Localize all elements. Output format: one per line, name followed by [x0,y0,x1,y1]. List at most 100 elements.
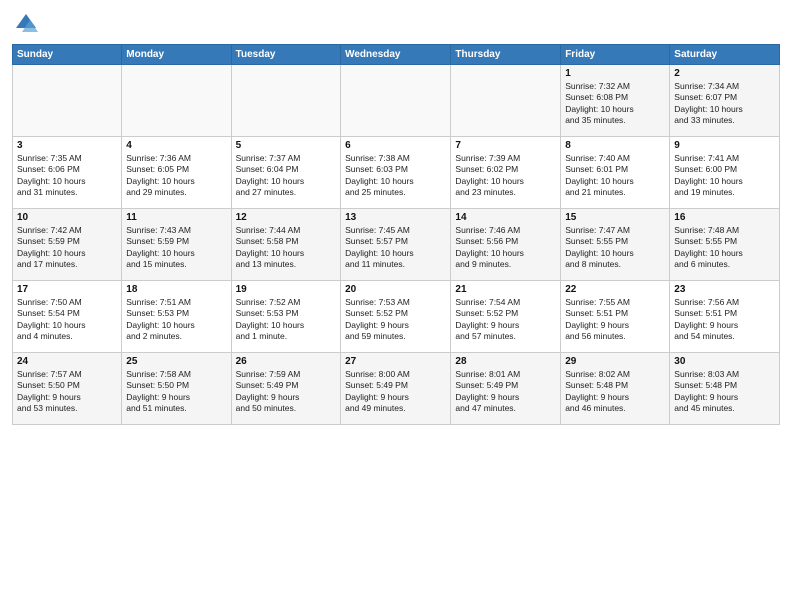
page: SundayMondayTuesdayWednesdayThursdayFrid… [0,0,792,612]
day-cell: 5Sunrise: 7:37 AMSunset: 6:04 PMDaylight… [231,137,340,209]
day-cell: 21 Sunrise: 7:54 AMSunset: 5:52 PMDayligh… [451,281,561,353]
day-info: Sunrise: 7:34 AMSunset: 6:07 PMDaylight:… [674,81,775,127]
day-info: Sunrise: 7:45 AMSunset: 5:57 PMDaylight:… [345,225,446,271]
day-cell: 9 Sunrise: 7:41 AMSunset: 6:00 PMDaylight… [670,137,780,209]
weekday-header-row: SundayMondayTuesdayWednesdayThursdayFrid… [13,45,780,65]
day-info: Sunrise: 7:51 AMSunset: 5:53 PMDaylight:… [126,297,226,343]
day-info: Sunrise: 7:57 AMSunset: 5:50 PMDaylight:… [17,369,117,415]
day-cell: 20Sunrise: 7:53 AMSunset: 5:52 PMDayligh… [341,281,451,353]
day-cell: 12 Sunrise: 7:44 AMSunset: 5:58 PMDayligh… [231,209,340,281]
day-number: 11 [126,212,226,223]
day-info: Sunrise: 7:37 AMSunset: 6:04 PMDaylight:… [236,153,336,199]
day-cell: 16Sunrise: 7:48 AMSunset: 5:55 PMDayligh… [670,209,780,281]
day-cell: 28 Sunrise: 8:01 AMSunset: 5:49 PMDayligh… [451,353,561,425]
week-row-5: 24 Sunrise: 7:57 AMSunset: 5:50 PMDayligh… [13,353,780,425]
day-info: Sunrise: 7:53 AMSunset: 5:52 PMDaylight:… [345,297,446,343]
day-number: 23 [674,284,775,295]
day-cell [341,65,451,137]
day-cell: 13 Sunrise: 7:45 AMSunset: 5:57 PMDayligh… [341,209,451,281]
day-info: Sunrise: 7:32 AMSunset: 6:08 PMDaylight:… [565,81,665,127]
day-cell: 15 Sunrise: 7:47 AMSunset: 5:55 PMDayligh… [561,209,670,281]
logo [12,10,44,38]
day-number: 19 [236,284,336,295]
day-info: Sunrise: 7:46 AMSunset: 5:56 PMDaylight:… [455,225,556,271]
day-number: 2 [674,68,775,79]
day-cell: 27 Sunrise: 8:00 AMSunset: 5:49 PMDayligh… [341,353,451,425]
day-info: Sunrise: 7:47 AMSunset: 5:55 PMDaylight:… [565,225,665,271]
day-info: Sunrise: 7:56 AMSunset: 5:51 PMDaylight:… [674,297,775,343]
day-cell: 7Sunrise: 7:39 AMSunset: 6:02 PMDaylight… [451,137,561,209]
day-info: Sunrise: 7:35 AMSunset: 6:06 PMDaylight:… [17,153,117,199]
day-cell: 2 Sunrise: 7:34 AMSunset: 6:07 PMDaylight… [670,65,780,137]
day-number: 22 [565,284,665,295]
day-number: 27 [345,356,446,367]
day-number: 16 [674,212,775,223]
week-row-2: 3 Sunrise: 7:35 AMSunset: 6:06 PMDaylight… [13,137,780,209]
day-cell: 1 Sunrise: 7:32 AMSunset: 6:08 PMDaylight… [561,65,670,137]
weekday-header-saturday: Saturday [670,45,780,65]
day-number: 28 [455,356,556,367]
day-number: 21 [455,284,556,295]
day-cell: 17 Sunrise: 7:50 AMSunset: 5:54 PMDayligh… [13,281,122,353]
header [12,10,780,38]
day-number: 9 [674,140,775,151]
day-info: Sunrise: 8:00 AMSunset: 5:49 PMDaylight:… [345,369,446,415]
day-number: 26 [236,356,336,367]
day-info: Sunrise: 7:41 AMSunset: 6:00 PMDaylight:… [674,153,775,199]
day-number: 8 [565,140,665,151]
day-info: Sunrise: 7:38 AMSunset: 6:03 PMDaylight:… [345,153,446,199]
weekday-header-friday: Friday [561,45,670,65]
day-cell [13,65,122,137]
day-cell: 3 Sunrise: 7:35 AMSunset: 6:06 PMDaylight… [13,137,122,209]
logo-icon [12,10,40,38]
day-cell: 22 Sunrise: 7:55 AMSunset: 5:51 PMDayligh… [561,281,670,353]
weekday-header-wednesday: Wednesday [341,45,451,65]
day-cell: 24 Sunrise: 7:57 AMSunset: 5:50 PMDayligh… [13,353,122,425]
day-number: 3 [17,140,117,151]
day-cell: 25Sunrise: 7:58 AMSunset: 5:50 PMDayligh… [122,353,231,425]
day-info: Sunrise: 7:54 AMSunset: 5:52 PMDaylight:… [455,297,556,343]
day-cell: 10Sunrise: 7:42 AMSunset: 5:59 PMDayligh… [13,209,122,281]
day-info: Sunrise: 8:01 AMSunset: 5:49 PMDaylight:… [455,369,556,415]
weekday-header-tuesday: Tuesday [231,45,340,65]
day-info: Sunrise: 7:55 AMSunset: 5:51 PMDaylight:… [565,297,665,343]
day-cell [451,65,561,137]
day-cell: 18 Sunrise: 7:51 AMSunset: 5:53 PMDayligh… [122,281,231,353]
day-number: 4 [126,140,226,151]
calendar: SundayMondayTuesdayWednesdayThursdayFrid… [12,44,780,425]
day-number: 17 [17,284,117,295]
day-info: Sunrise: 8:02 AMSunset: 5:48 PMDaylight:… [565,369,665,415]
day-number: 12 [236,212,336,223]
weekday-header-sunday: Sunday [13,45,122,65]
week-row-3: 10Sunrise: 7:42 AMSunset: 5:59 PMDayligh… [13,209,780,281]
week-row-1: 1 Sunrise: 7:32 AMSunset: 6:08 PMDaylight… [13,65,780,137]
day-info: Sunrise: 7:59 AMSunset: 5:49 PMDaylight:… [236,369,336,415]
day-number: 15 [565,212,665,223]
day-cell: 11Sunrise: 7:43 AMSunset: 5:59 PMDayligh… [122,209,231,281]
day-cell: 19Sunrise: 7:52 AMSunset: 5:53 PMDayligh… [231,281,340,353]
day-info: Sunrise: 7:42 AMSunset: 5:59 PMDaylight:… [17,225,117,271]
day-info: Sunrise: 7:36 AMSunset: 6:05 PMDaylight:… [126,153,226,199]
day-number: 13 [345,212,446,223]
day-number: 24 [17,356,117,367]
day-number: 14 [455,212,556,223]
day-cell: 4 Sunrise: 7:36 AMSunset: 6:05 PMDaylight… [122,137,231,209]
day-number: 30 [674,356,775,367]
day-cell: 8 Sunrise: 7:40 AMSunset: 6:01 PMDaylight… [561,137,670,209]
day-info: Sunrise: 7:44 AMSunset: 5:58 PMDaylight:… [236,225,336,271]
day-info: Sunrise: 7:58 AMSunset: 5:50 PMDaylight:… [126,369,226,415]
day-number: 18 [126,284,226,295]
day-number: 1 [565,68,665,79]
day-cell: 30 Sunrise: 8:03 AMSunset: 5:48 PMDayligh… [670,353,780,425]
day-info: Sunrise: 7:50 AMSunset: 5:54 PMDaylight:… [17,297,117,343]
day-info: Sunrise: 7:40 AMSunset: 6:01 PMDaylight:… [565,153,665,199]
day-cell: 23 Sunrise: 7:56 AMSunset: 5:51 PMDayligh… [670,281,780,353]
day-info: Sunrise: 8:03 AMSunset: 5:48 PMDaylight:… [674,369,775,415]
day-cell: 29 Sunrise: 8:02 AMSunset: 5:48 PMDayligh… [561,353,670,425]
day-cell: 26 Sunrise: 7:59 AMSunset: 5:49 PMDayligh… [231,353,340,425]
day-number: 29 [565,356,665,367]
day-cell [231,65,340,137]
weekday-header-thursday: Thursday [451,45,561,65]
day-number: 6 [345,140,446,151]
weekday-header-monday: Monday [122,45,231,65]
